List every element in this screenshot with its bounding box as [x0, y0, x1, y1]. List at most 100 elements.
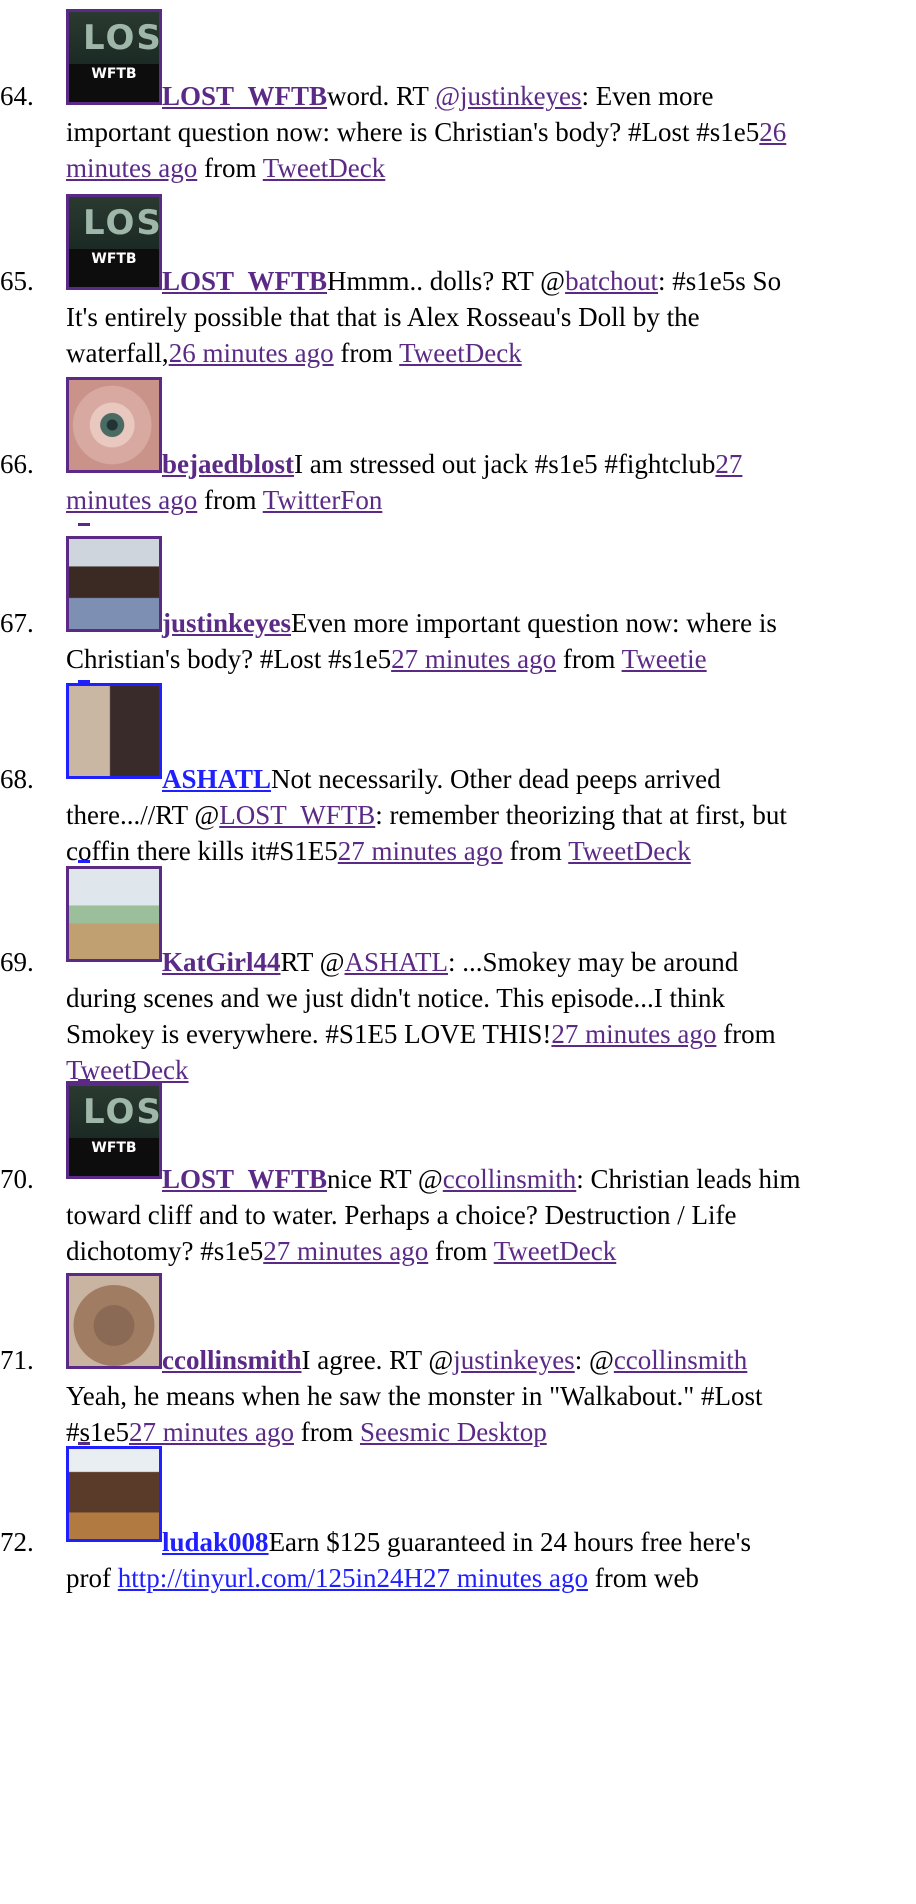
- tweet-line: there...//RT @LOST_WFTB: remember theori…: [66, 797, 787, 833]
- avatar-title: LOST: [83, 1092, 162, 1132]
- tweet-line: It's entirely possible that that is Alex…: [66, 299, 700, 335]
- empty-link[interactable]: [78, 1442, 90, 1445]
- username-link[interactable]: LOST_WFTB: [162, 81, 327, 111]
- tweet-line: ASHATLNot necessarily. Other dead peeps …: [66, 761, 721, 797]
- tweet-from: from: [197, 153, 263, 183]
- tweet-line: ludak008Earn $125 guaranteed in 24 hours…: [66, 1524, 751, 1560]
- tweet-from: from: [502, 836, 569, 866]
- tweet-line: coffin there kills it#S1E527 minutes ago…: [66, 833, 691, 869]
- tweet-text: : #s1e5s So: [658, 266, 782, 296]
- mention-link[interactable]: LOST_WFTB: [219, 800, 375, 830]
- mention-link[interactable]: ASHATL: [345, 947, 449, 977]
- tweet-text: Yeah, he means when he saw the monster i…: [66, 1381, 763, 1411]
- timestamp-link[interactable]: minutes ago: [66, 485, 197, 515]
- tweet-text: during scenes and we just didn't notice.…: [66, 983, 726, 1013]
- tweet-number: 65.: [0, 266, 34, 296]
- tweet-line: toward cliff and to water. Perhaps a cho…: [66, 1197, 737, 1233]
- tweet-number: 64.: [0, 81, 34, 111]
- timestamp-link[interactable]: minutes ago: [66, 153, 197, 183]
- tweet-line: Yeah, he means when he saw the monster i…: [66, 1378, 763, 1414]
- tweet-line: #s1e527 minutes ago from Seesmic Desktop: [66, 1414, 547, 1450]
- source-link[interactable]: Seesmic Desktop: [360, 1417, 547, 1447]
- username-link[interactable]: KatGirl44: [162, 947, 280, 977]
- tweet-from: from: [428, 1236, 494, 1266]
- empty-link[interactable]: [78, 1079, 90, 1082]
- tweet-text: : remember theorizing that at first, but: [375, 800, 787, 830]
- tweet-number: 69.: [0, 947, 34, 977]
- tweet-text: nice RT @: [327, 1164, 443, 1194]
- username-link[interactable]: bejaedblost: [162, 449, 294, 479]
- tweet-text: Christian's body? #Lost #s1e5: [66, 644, 392, 674]
- avatar-title: LOST: [83, 203, 162, 243]
- tweet-line: important question now: where is Christi…: [66, 114, 786, 150]
- tweet-text: important question now: where is Christi…: [66, 117, 760, 147]
- tweet-text: dichotomy? #s1e5: [66, 1236, 264, 1266]
- mention-link[interactable]: batchout: [565, 266, 658, 296]
- timestamp-link[interactable]: 26: [759, 117, 786, 147]
- tweet-number: 70.: [0, 1164, 34, 1194]
- tweet-text: Even more important question now: where …: [291, 608, 777, 638]
- tweet-line: prof http://tinyurl.com/125in24H27 minut…: [66, 1560, 699, 1596]
- tweet-line: Christian's body? #Lost #s1e527 minutes …: [66, 641, 707, 677]
- tweet-text: word. RT: [327, 81, 436, 111]
- username-link[interactable]: justinkeyes: [162, 608, 291, 638]
- source-link[interactable]: TweetDeck: [494, 1236, 617, 1266]
- tweet-line: bejaedblostI am stressed out jack #s1e5 …: [66, 446, 742, 482]
- tweet-from: from: [197, 485, 263, 515]
- tweet-text: : Christian leads him: [576, 1164, 801, 1194]
- mention-link[interactable]: @justinkeyes: [435, 81, 581, 111]
- tweet-number: 67.: [0, 608, 34, 638]
- timestamp-link[interactable]: 27: [715, 449, 742, 479]
- source-link[interactable]: TweetDeck: [263, 153, 386, 183]
- tweet-number: 72.: [0, 1527, 34, 1557]
- tweet-line: justinkeyesEven more important question …: [66, 605, 777, 641]
- tweet-text: prof: [66, 1563, 118, 1593]
- source-link[interactable]: TweetDeck: [399, 338, 522, 368]
- username-link[interactable]: ccollinsmith: [162, 1345, 302, 1375]
- tweet-line: LOST_WFTBHmmm.. dolls? RT @batchout: #s1…: [66, 263, 781, 299]
- tweet-line: minutes ago from TweetDeck: [66, 150, 385, 186]
- tweet-line: LOST_WFTBword. RT @justinkeyes: Even mor…: [66, 78, 714, 114]
- timestamp-link[interactable]: 27 minutes ago: [338, 836, 503, 866]
- tweet-from: from web: [587, 1563, 699, 1593]
- tweet-line: minutes ago from TwitterFon: [66, 482, 382, 518]
- username-link[interactable]: ASHATL: [162, 764, 271, 794]
- tweet-number: 68.: [0, 764, 34, 794]
- mention-link[interactable]: ccollinsmith: [614, 1345, 747, 1375]
- source-link[interactable]: Tweetie: [622, 644, 707, 674]
- timestamp-link[interactable]: 27 minutes ago: [129, 1417, 294, 1447]
- timestamp-link[interactable]: 27 minutes ago: [551, 1019, 716, 1049]
- tweet-text: #s1e5: [66, 1417, 129, 1447]
- tweet-line: KatGirl44RT @ASHATL: ...Smokey may be ar…: [66, 944, 738, 980]
- timestamp-link[interactable]: 27 minutes ago: [263, 1236, 428, 1266]
- tweet-text: Smokey is everywhere. #S1E5 LOVE THIS!: [66, 1019, 552, 1049]
- tweet-text: I agree. RT @: [301, 1345, 454, 1375]
- tweet-from: from: [293, 1417, 360, 1447]
- tweet-from: from: [556, 644, 622, 674]
- tweet-line: LOST_WFTBnice RT @ccollinsmith: Christia…: [66, 1161, 801, 1197]
- tweet-from: from: [716, 1019, 776, 1049]
- tweet-number: 71.: [0, 1345, 34, 1375]
- tweet-text: : ...Smokey may be around: [448, 947, 739, 977]
- url-link[interactable]: http://tinyurl.com/125in24H: [118, 1563, 423, 1593]
- empty-link[interactable]: [78, 860, 90, 863]
- source-link[interactable]: TweetDeck: [568, 836, 691, 866]
- username-link[interactable]: LOST_WFTB: [162, 266, 327, 296]
- tweet-line: dichotomy? #s1e527 minutes ago from Twee…: [66, 1233, 616, 1269]
- source-link[interactable]: TwitterFon: [263, 485, 383, 515]
- username-link[interactable]: ludak008: [162, 1527, 269, 1557]
- mention-link[interactable]: ccollinsmith: [443, 1164, 576, 1194]
- tweet-line: during scenes and we just didn't notice.…: [66, 980, 725, 1016]
- mention-link[interactable]: justinkeyes: [453, 1345, 575, 1375]
- tweet-text: coffin there kills it#S1E5: [66, 836, 338, 866]
- empty-link[interactable]: [78, 523, 90, 526]
- tweet-text: Hmmm.. dolls? RT @: [327, 266, 566, 296]
- timestamp-link[interactable]: 27 minutes ago: [423, 1563, 588, 1593]
- tweet-text: RT @: [280, 947, 345, 977]
- tweet-from: from: [333, 338, 400, 368]
- timestamp-link[interactable]: 27 minutes ago: [391, 644, 556, 674]
- tweet-number: 66.: [0, 449, 34, 479]
- timestamp-link[interactable]: 26 minutes ago: [169, 338, 334, 368]
- username-link[interactable]: LOST_WFTB: [162, 1164, 327, 1194]
- tweet-text: waterfall,: [66, 338, 169, 368]
